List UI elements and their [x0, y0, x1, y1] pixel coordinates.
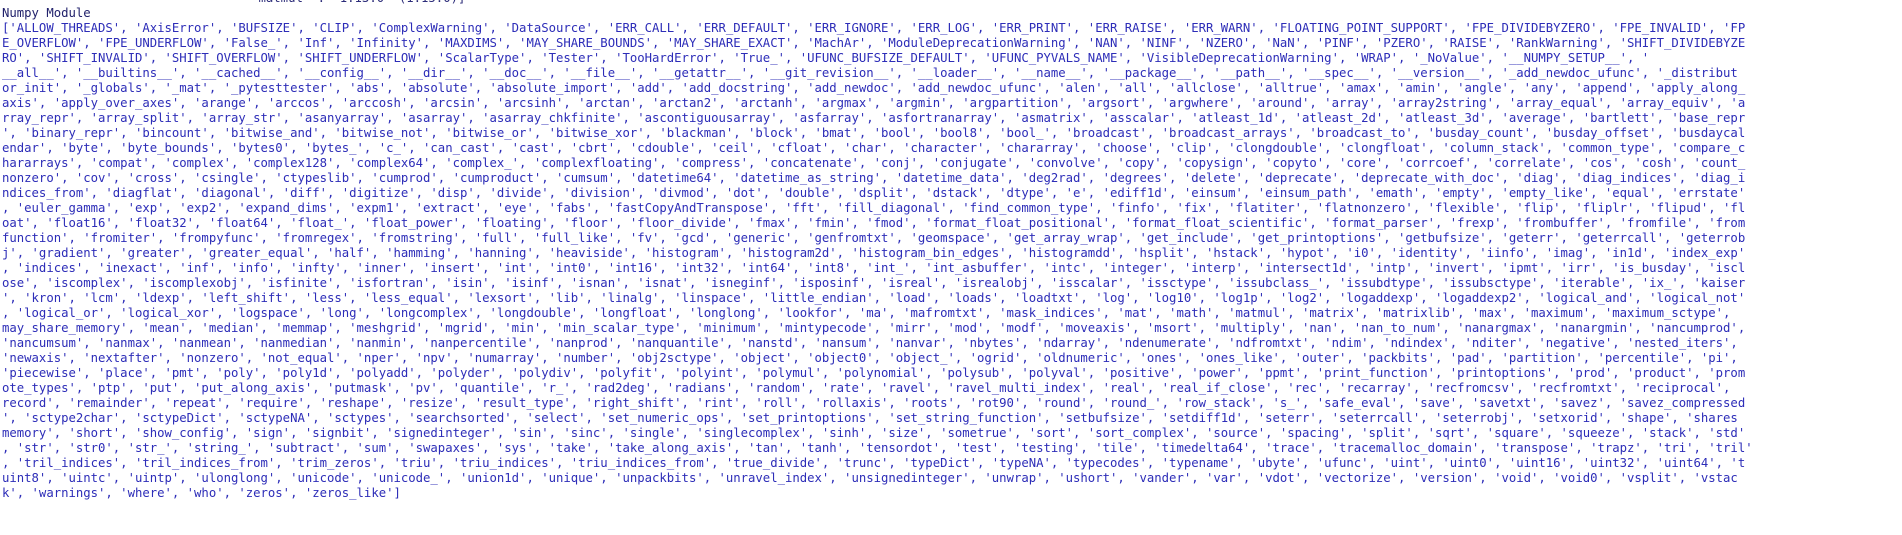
- output-line: k', 'warnings', 'where', 'who', 'zeros',…: [2, 486, 401, 500]
- output-line: , 'tril_indices', 'tril_indices_from', '…: [2, 456, 1746, 470]
- output-line: ', 'binary_repr', 'bincount', 'bitwise_a…: [2, 126, 1746, 140]
- output-line: record', 'remainder', 'repeat', 'require…: [2, 396, 1746, 410]
- output-line: memory', 'short', 'show_config', 'sign',…: [2, 426, 1746, 440]
- output-line: , 'logical_or', 'logical_xor', 'logspace…: [2, 306, 1731, 320]
- output-line: may_share_memory', 'mean', 'median', 'me…: [2, 321, 1746, 335]
- output-line: 'piecewise', 'place', 'pmt', 'poly', 'po…: [2, 366, 1746, 380]
- output-line: uint8', 'uintc', 'uintp', 'ulonglong', '…: [2, 471, 1738, 485]
- output-line: rray_repr', 'array_split', 'array_str', …: [2, 111, 1746, 125]
- output-line: endar', 'byte', 'byte_bounds', 'bytes0',…: [2, 141, 1746, 155]
- output-line: , 'indices', 'inexact', 'inf', 'info', '…: [2, 261, 1746, 275]
- output-line: E_OVERFLOW', 'FPE_UNDERFLOW', 'False_', …: [2, 36, 1746, 50]
- output-line: oat', 'float16', 'float32', 'float64', '…: [2, 216, 1746, 230]
- output-line: 'nancumsum', 'nanmax', 'nanmean', 'nanme…: [2, 336, 1738, 350]
- output-line: function', 'fromiter', 'frompyfunc', 'fr…: [2, 231, 1746, 245]
- output-line: nonzero', 'cov', 'cross', 'csingle', 'ct…: [2, 171, 1746, 185]
- output-stream: Numpy Module ['ALLOW_THREADS', 'AxisErro…: [2, 6, 1902, 501]
- output-line: ndices_from', 'diagflat', 'diagonal', 'd…: [2, 186, 1746, 200]
- output-line: ['ALLOW_THREADS', 'AxisError', 'BUFSIZE'…: [2, 21, 1746, 35]
- output-line: ote_types', 'ptp', 'put', 'put_along_axi…: [2, 381, 1731, 395]
- output-line: 'newaxis', 'nextafter', 'nonzero', 'not_…: [2, 351, 1738, 365]
- output-line: hararrays', 'compat', 'complex', 'comple…: [2, 156, 1746, 170]
- output-heading-numpy-module: Numpy Module: [2, 6, 91, 20]
- output-line: RO', 'SHIFT_INVALID', 'SHIFT_OVERFLOW', …: [2, 51, 1650, 65]
- output-line: or_init', '_globals', '_mat', '_pytestte…: [2, 81, 1746, 95]
- dir-listing: ['ALLOW_THREADS', 'AxisError', 'BUFSIZE'…: [2, 21, 1902, 501]
- output-line: ', 'sctype2char', 'sctypeDict', 'sctypeN…: [2, 411, 1738, 425]
- output-line: , 'str', 'str0', 'str_', 'string_', 'sub…: [2, 441, 1753, 455]
- output-line: __all__', '__builtins__', '__cached__', …: [2, 66, 1738, 80]
- terminal-console-output[interactable]: 'matmul' : '1.13.0' (1.15.0)] Numpy Modu…: [0, 0, 1902, 535]
- output-line: axis', 'apply_over_axes', 'arange', 'arc…: [2, 96, 1746, 110]
- output-line: , 'euler_gamma', 'exp', 'exp2', 'expand_…: [2, 201, 1746, 215]
- output-line: ose', 'iscomplex', 'iscomplexobj', 'isfi…: [2, 276, 1746, 290]
- output-line: j', 'gradient', 'greater', 'greater_equa…: [2, 246, 1746, 260]
- output-line: ', 'kron', 'lcm', 'ldexp', 'left_shift',…: [2, 291, 1746, 305]
